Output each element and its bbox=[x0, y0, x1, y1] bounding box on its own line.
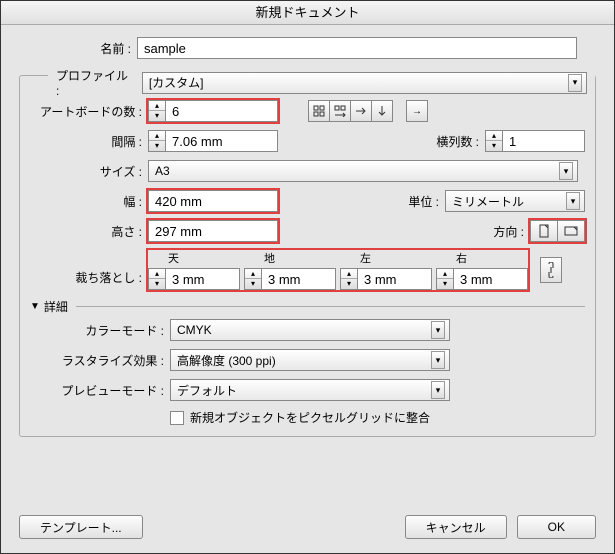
portrait-icon[interactable] bbox=[530, 220, 558, 242]
spacing-label: 間隔 : bbox=[30, 133, 148, 150]
spacing-input[interactable] bbox=[166, 130, 278, 152]
bleed-top-input[interactable] bbox=[166, 268, 240, 290]
row-right-icon[interactable] bbox=[350, 100, 372, 122]
width-input[interactable] bbox=[148, 190, 278, 212]
orient-label: 方向 : bbox=[493, 223, 530, 240]
arrow-right-icon[interactable]: → bbox=[406, 100, 428, 122]
size-select[interactable]: A3 ▾ bbox=[148, 160, 578, 182]
height-input[interactable] bbox=[148, 220, 278, 242]
orientation-group bbox=[530, 220, 585, 242]
colormode-value: CMYK bbox=[177, 323, 212, 337]
bleed-left-label: 左 bbox=[340, 250, 432, 266]
dropdown-arrow-icon: ▾ bbox=[566, 192, 580, 210]
artboard-count-stepper[interactable]: ▴▾ bbox=[148, 100, 278, 122]
cols-stepper[interactable]: ▴▾ bbox=[485, 130, 585, 152]
preview-select[interactable]: デフォルト ▾ bbox=[170, 379, 450, 401]
cancel-button[interactable]: キャンセル bbox=[405, 515, 507, 539]
stepper-buttons-icon[interactable]: ▴▾ bbox=[244, 268, 262, 290]
size-label: サイズ : bbox=[30, 163, 148, 180]
name-input[interactable] bbox=[137, 37, 577, 59]
bleed-top-label: 天 bbox=[148, 250, 240, 266]
dialog-window: 新規ドキュメント 名前 : プロファイル : [カスタム] ▾ アートボードの数… bbox=[0, 0, 615, 554]
bleed-right-input[interactable] bbox=[454, 268, 528, 290]
bleed-right-stepper[interactable]: ▴▾ bbox=[436, 268, 528, 290]
landscape-icon[interactable] bbox=[557, 220, 585, 242]
unit-select[interactable]: ミリメートル ▾ bbox=[445, 190, 585, 212]
ok-button[interactable]: OK bbox=[517, 515, 596, 539]
artboard-grid-icons bbox=[308, 100, 392, 122]
bleed-bottom-stepper[interactable]: ▴▾ bbox=[244, 268, 336, 290]
preview-value: デフォルト bbox=[177, 382, 237, 399]
dropdown-arrow-icon: ▾ bbox=[568, 74, 582, 92]
preview-label: プレビューモード : bbox=[30, 382, 170, 399]
stepper-buttons-icon[interactable]: ▴▾ bbox=[148, 100, 166, 122]
details-disclosure[interactable]: ▼ 詳細 bbox=[30, 298, 585, 315]
artboard-count-input[interactable] bbox=[166, 100, 278, 122]
row-down-icon[interactable] bbox=[371, 100, 393, 122]
cols-input[interactable] bbox=[503, 130, 585, 152]
bleed-bottom-label: 地 bbox=[244, 250, 336, 266]
stepper-buttons-icon[interactable]: ▴▾ bbox=[340, 268, 358, 290]
artboard-count-label: アートボードの数 : bbox=[30, 103, 148, 120]
stepper-buttons-icon[interactable]: ▴▾ bbox=[148, 130, 166, 152]
profile-value: [カスタム] bbox=[149, 74, 204, 91]
link-bleed-icon[interactable] bbox=[540, 257, 562, 283]
dropdown-arrow-icon: ▾ bbox=[431, 351, 445, 369]
dropdown-arrow-icon: ▾ bbox=[559, 162, 573, 180]
details-label: 詳細 bbox=[44, 298, 68, 315]
dropdown-arrow-icon: ▾ bbox=[431, 381, 445, 399]
stepper-buttons-icon[interactable]: ▴▾ bbox=[148, 268, 166, 290]
separator bbox=[76, 306, 585, 307]
bleed-label: 裁ち落とし : bbox=[30, 255, 148, 286]
bleed-top-stepper[interactable]: ▴▾ bbox=[148, 268, 240, 290]
raster-select[interactable]: 高解像度 (300 ppi) ▾ bbox=[170, 349, 450, 371]
profile-label: プロファイル : bbox=[56, 67, 134, 98]
spacing-stepper[interactable]: ▴▾ bbox=[148, 130, 278, 152]
template-button[interactable]: テンプレート... bbox=[19, 515, 143, 539]
grid-row-icon[interactable] bbox=[308, 100, 330, 122]
cols-label: 横列数 : bbox=[436, 133, 485, 150]
profile-fieldset: プロファイル : [カスタム] ▾ アートボードの数 : ▴▾ bbox=[19, 75, 596, 437]
width-label: 幅 : bbox=[30, 193, 148, 210]
unit-label: 単位 : bbox=[408, 193, 445, 210]
raster-label: ラスタライズ効果 : bbox=[30, 352, 170, 369]
colormode-label: カラーモード : bbox=[30, 322, 170, 339]
profile-select[interactable]: [カスタム] ▾ bbox=[142, 72, 587, 94]
stepper-buttons-icon[interactable]: ▴▾ bbox=[485, 130, 503, 152]
height-label: 高さ : bbox=[30, 223, 148, 240]
dropdown-arrow-icon: ▾ bbox=[431, 321, 445, 339]
name-label: 名前 : bbox=[19, 40, 137, 57]
size-value: A3 bbox=[155, 164, 170, 178]
bleed-left-stepper[interactable]: ▴▾ bbox=[340, 268, 432, 290]
window-title: 新規ドキュメント bbox=[1, 1, 614, 25]
colormode-select[interactable]: CMYK ▾ bbox=[170, 319, 450, 341]
bleed-right-label: 右 bbox=[436, 250, 528, 266]
bleed-bottom-input[interactable] bbox=[262, 268, 336, 290]
stepper-buttons-icon[interactable]: ▴▾ bbox=[436, 268, 454, 290]
bleed-left-input[interactable] bbox=[358, 268, 432, 290]
grid-col-icon[interactable] bbox=[329, 100, 351, 122]
pixel-grid-checkbox[interactable] bbox=[170, 411, 184, 425]
unit-value: ミリメートル bbox=[452, 193, 524, 210]
pixel-grid-label: 新規オブジェクトをピクセルグリッドに整合 bbox=[190, 409, 430, 426]
raster-value: 高解像度 (300 ppi) bbox=[177, 352, 276, 369]
disclosure-arrow-icon: ▼ bbox=[30, 301, 40, 312]
